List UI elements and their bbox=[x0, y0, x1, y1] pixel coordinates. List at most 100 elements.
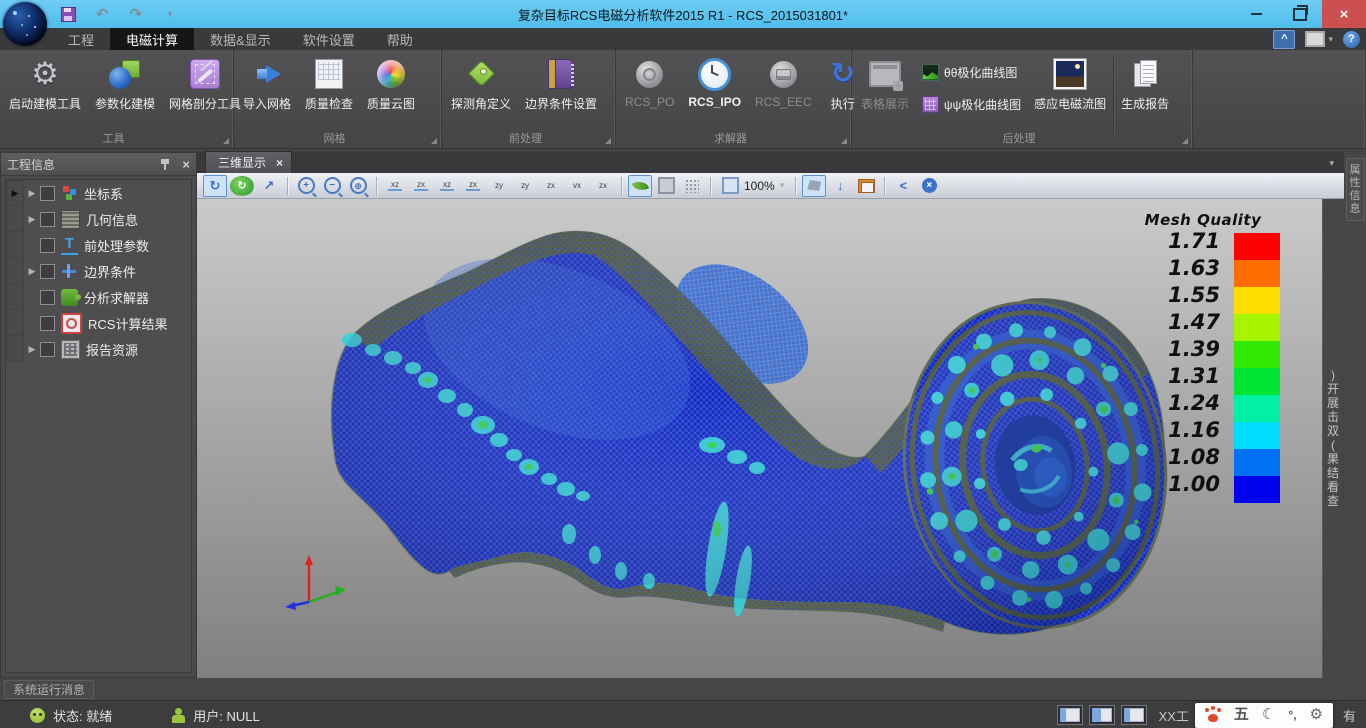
expander-icon[interactable]: ▶ bbox=[24, 188, 40, 199]
ribbon-collapse-button[interactable]: ^ bbox=[1273, 30, 1295, 49]
rcs-ipo-button[interactable]: RCS_IPO bbox=[681, 54, 748, 129]
checkbox[interactable] bbox=[40, 212, 55, 227]
quality-cloud-map-button[interactable]: 质量云图 bbox=[360, 54, 422, 129]
checkbox[interactable] bbox=[40, 186, 55, 201]
tab-data-display[interactable]: 数据&显示 bbox=[194, 28, 287, 50]
group-expand-icon[interactable]: ◢ bbox=[841, 136, 847, 145]
view-orientation-button-8[interactable]: vx bbox=[565, 175, 589, 197]
down-arrow-icon: ↓ bbox=[837, 178, 844, 193]
minimize-icon bbox=[1251, 13, 1262, 15]
tab-engineering[interactable]: 工程 bbox=[52, 28, 110, 50]
panel-close-button[interactable]: × bbox=[182, 157, 190, 172]
expander-icon[interactable]: ▶ bbox=[24, 266, 40, 277]
zoom-fit-button[interactable]: ⊕ bbox=[346, 175, 370, 197]
tree-row-preprocess-params[interactable]: T 前处理参数 bbox=[6, 232, 191, 258]
wireframe-display-button[interactable] bbox=[654, 175, 678, 197]
legend-value: 1.31 bbox=[1108, 364, 1234, 388]
tab-overflow-icon[interactable]: ▾ bbox=[1329, 158, 1334, 169]
view-orientation-button-4[interactable]: zx bbox=[461, 175, 485, 197]
view-orientation-button-6[interactable]: zy bbox=[513, 175, 537, 197]
checkbox[interactable] bbox=[40, 264, 55, 279]
zoom-out-button[interactable]: − bbox=[320, 175, 344, 197]
shaded-display-button[interactable] bbox=[628, 175, 652, 197]
display-style-button[interactable]: ▾ bbox=[1305, 31, 1333, 47]
layout-left-button[interactable] bbox=[1057, 705, 1083, 725]
rotate-view-button[interactable]: ↻ bbox=[203, 175, 227, 197]
view-orientation-button-7[interactable]: zx bbox=[539, 175, 563, 197]
points-display-button[interactable] bbox=[680, 175, 704, 197]
refresh-view-button[interactable]: ↻ bbox=[229, 175, 255, 197]
tab-help[interactable]: 帮助 bbox=[371, 28, 429, 50]
system-messages-tab[interactable]: 系统运行消息 bbox=[4, 680, 94, 699]
axis-triad-icon bbox=[285, 555, 346, 610]
3d-viewport[interactable]: Mesh Quality 1.71 1.63 1.55 1.47 1.39 1.… bbox=[197, 199, 1322, 678]
layers-button[interactable] bbox=[854, 175, 878, 197]
pin-icon[interactable] bbox=[160, 158, 170, 170]
moon-icon[interactable]: ☾ bbox=[1262, 705, 1275, 725]
rcs-result-icon bbox=[61, 313, 82, 334]
group-expand-icon[interactable]: ◢ bbox=[605, 136, 611, 145]
perspective-button[interactable] bbox=[802, 175, 826, 197]
zoom-level-combo[interactable]: 100% ▾ bbox=[717, 175, 789, 197]
rcs-po-button[interactable]: RCS_PO bbox=[618, 54, 681, 129]
group-expand-icon[interactable]: ◢ bbox=[223, 136, 229, 145]
checkbox[interactable] bbox=[40, 290, 55, 305]
tree-row-coordinate-system[interactable]: ▶ ▶ 坐标系 bbox=[6, 180, 191, 206]
green-refresh-icon: ↻ bbox=[230, 176, 254, 196]
tab-software-settings[interactable]: 软件设置 bbox=[287, 28, 371, 50]
pan-view-button[interactable]: ↗ bbox=[257, 175, 281, 197]
boundary-condition-settings-button[interactable]: 边界条件设置 bbox=[518, 54, 604, 129]
view-orientation-button-3[interactable]: xz bbox=[435, 175, 459, 197]
probe-angle-definition-button[interactable]: 探测角定义 bbox=[444, 54, 518, 129]
restore-button[interactable] bbox=[1278, 0, 1322, 28]
minimize-button[interactable] bbox=[1234, 0, 1278, 28]
layout-right-button[interactable] bbox=[1121, 705, 1147, 725]
right-dock-strip: 属性信息 bbox=[1344, 152, 1366, 678]
punctuation-icon[interactable]: °, bbox=[1288, 705, 1296, 725]
tab-em-computation[interactable]: 电磁计算 bbox=[110, 28, 194, 50]
theta-polarization-curve-button[interactable]: θθ极化曲线图 bbox=[916, 60, 1027, 84]
tree-row-analysis-solver[interactable]: 分析求解器 bbox=[6, 284, 191, 310]
drop-view-button[interactable]: ↓ bbox=[828, 175, 852, 197]
rcs-eec-button[interactable]: RCS_EEC bbox=[748, 54, 819, 129]
tree-row-rcs-results[interactable]: RCS计算结果 bbox=[6, 310, 191, 336]
view-orientation-button-1[interactable]: xz bbox=[383, 175, 407, 197]
close-button[interactable]: × bbox=[1322, 0, 1366, 28]
close-view-button[interactable]: × bbox=[917, 175, 941, 197]
checkbox[interactable] bbox=[40, 238, 55, 253]
psi-polarization-curve-button[interactable]: ψψ极化曲线图 bbox=[916, 92, 1027, 116]
property-info-tab[interactable]: 属性信息 bbox=[1346, 158, 1365, 221]
ime-paw-icon[interactable] bbox=[1205, 708, 1221, 722]
layout-center-button[interactable] bbox=[1089, 705, 1115, 725]
checkbox[interactable] bbox=[40, 316, 55, 331]
tree-row-boundary-conditions[interactable]: ▶ 边界条件 bbox=[6, 258, 191, 284]
view-orientation-button-9[interactable]: zx bbox=[591, 175, 615, 197]
import-mesh-button[interactable]: 导入网格 bbox=[236, 54, 298, 129]
zoom-in-button[interactable]: + bbox=[294, 175, 318, 197]
ime-gear-icon[interactable]: ⚙ bbox=[1310, 705, 1323, 725]
app-logo[interactable] bbox=[3, 2, 47, 46]
view-orientation-button-2[interactable]: zx bbox=[409, 175, 433, 197]
tree-row-report-resources[interactable]: ▶ 报告资源 bbox=[6, 336, 191, 362]
link-nodes-button[interactable]: < bbox=[891, 175, 915, 197]
view-results-collapsed-bar[interactable]: )开展击双(果结看查 bbox=[1322, 199, 1343, 678]
view-orientation-button-5[interactable]: zy bbox=[487, 175, 511, 197]
ime-wubi-button[interactable]: 五 bbox=[1234, 705, 1249, 725]
tab-3d-display[interactable]: 三维显示 × bbox=[205, 151, 292, 173]
generate-report-button[interactable]: 生成报告 bbox=[1114, 54, 1176, 129]
launch-modeling-tool-button[interactable]: ⚙ 启动建模工具 bbox=[2, 54, 88, 129]
expander-icon[interactable]: ▶ bbox=[24, 344, 40, 355]
tab-close-icon[interactable]: × bbox=[276, 156, 283, 170]
checkbox[interactable] bbox=[40, 342, 55, 357]
quality-check-button[interactable]: 质量检查 bbox=[298, 54, 360, 129]
induced-em-current-map-button[interactable]: 感应电磁流图 bbox=[1027, 54, 1113, 129]
tree-row-geometry-info[interactable]: ▶ 几何信息 bbox=[6, 206, 191, 232]
group-expand-icon[interactable]: ◢ bbox=[1182, 136, 1188, 145]
table-display-button[interactable]: 表格展示 bbox=[854, 54, 916, 129]
expander-icon[interactable]: ▶ bbox=[24, 214, 40, 225]
group-expand-icon[interactable]: ◢ bbox=[431, 136, 437, 145]
parametric-modeling-button[interactable]: 参数化建模 bbox=[88, 54, 162, 129]
ribbon-group-solver: RCS_PO RCS_IPO RCS_EEC ↻ 执行 求解器 ◢ bbox=[616, 50, 852, 148]
help-button[interactable]: ? bbox=[1343, 31, 1360, 48]
eec-solver-icon bbox=[770, 61, 797, 88]
